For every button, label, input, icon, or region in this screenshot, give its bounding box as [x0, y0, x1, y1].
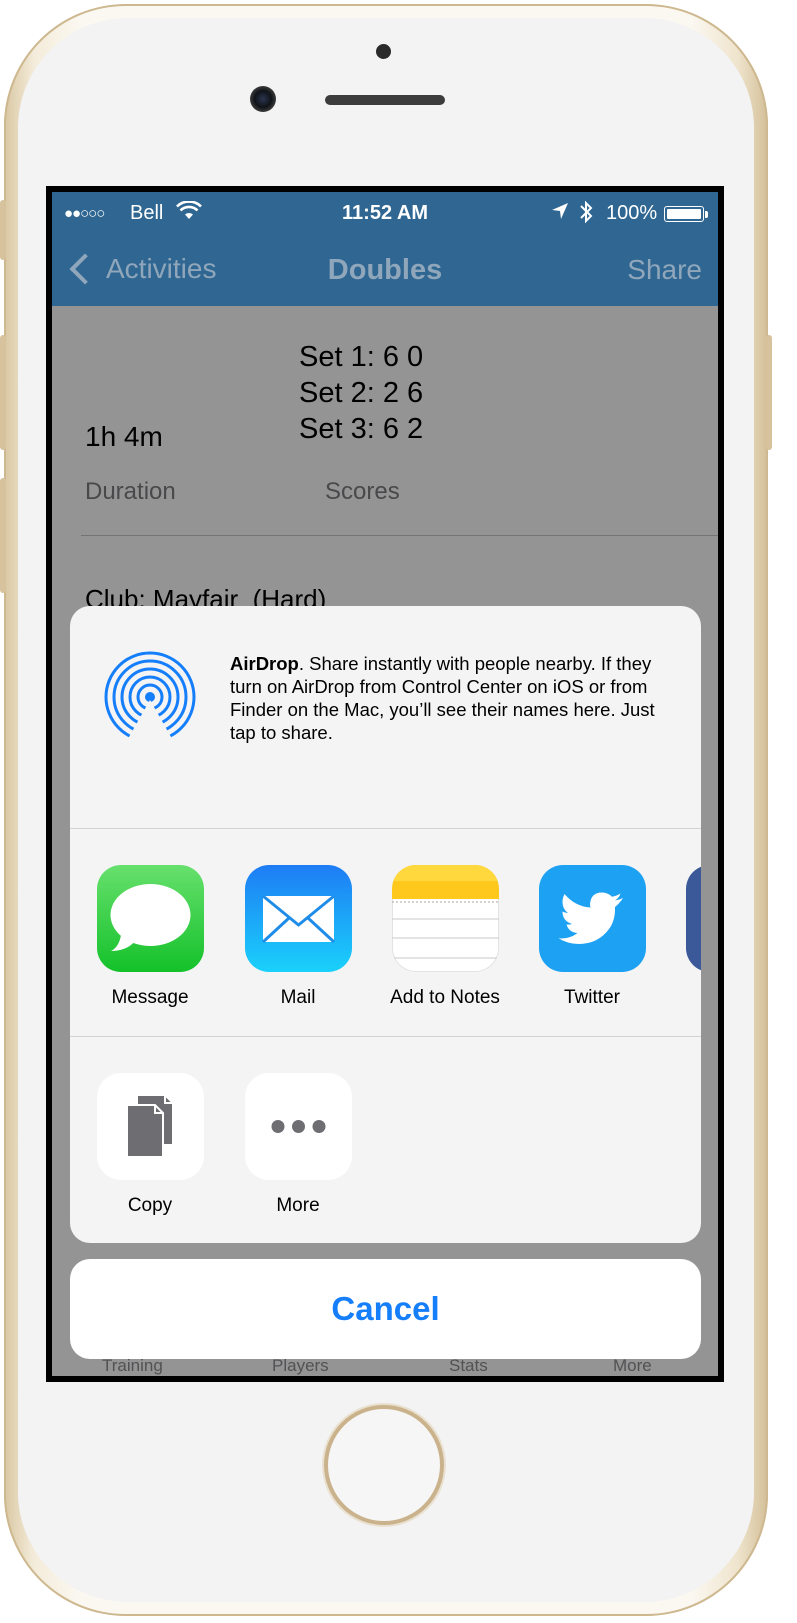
more-icon [244, 1073, 352, 1180]
front-camera [250, 86, 276, 112]
navigation-bar: Activities Doubles Share [52, 232, 718, 306]
message-icon [96, 865, 204, 972]
share-twitter[interactable]: Twitter [522, 865, 662, 1009]
power-button [766, 335, 772, 450]
airdrop-section: AirDrop. Share instantly with people nea… [70, 606, 701, 828]
volume-down-button [0, 478, 6, 593]
screen-bezel: ●●○○○ Bell 11:52 AM 100% Activities Doub… [46, 186, 724, 1382]
share-apps-row: Message Mail Add to Notes Twitter [70, 829, 701, 1036]
airdrop-title: AirDrop [230, 653, 299, 674]
proximity-sensor [376, 44, 391, 59]
more-action[interactable]: More [228, 1073, 368, 1217]
battery-icon [664, 206, 704, 222]
silent-switch [0, 200, 6, 260]
facebook-icon [685, 865, 701, 972]
battery-percent: 100% [606, 202, 658, 224]
cancel-button[interactable]: Cancel [70, 1259, 701, 1359]
mail-icon [244, 865, 352, 972]
airdrop-icon [103, 650, 197, 744]
share-add-to-notes[interactable]: Add to Notes [375, 865, 515, 1009]
share-facebook[interactable]: F [669, 865, 701, 1009]
copy-action[interactable]: Copy [80, 1073, 220, 1217]
share-actions-row: Copy More [70, 1037, 701, 1243]
page-title: Doubles [327, 254, 443, 286]
share-mail[interactable]: Mail [228, 865, 368, 1009]
copy-icon [96, 1073, 204, 1180]
more-label: More [276, 1195, 320, 1216]
battery-tip [705, 211, 708, 218]
share-button[interactable]: Share [627, 254, 702, 286]
copy-label: Copy [127, 1195, 173, 1216]
display: ●●○○○ Bell 11:52 AM 100% Activities Doub… [52, 192, 718, 1376]
volume-up-button [0, 335, 6, 450]
status-bar: ●●○○○ Bell 11:52 AM 100% [52, 192, 718, 232]
twitter-icon [538, 865, 646, 972]
share-app-label: F [669, 987, 701, 1009]
earpiece-speaker [325, 95, 445, 105]
home-button[interactable] [324, 1405, 444, 1525]
share-app-label: Twitter [564, 987, 620, 1008]
share-message[interactable]: Message [80, 865, 220, 1009]
airdrop-description: AirDrop. Share instantly with people nea… [230, 652, 680, 744]
bluetooth-icon [578, 200, 594, 230]
share-app-label: Mail [280, 987, 316, 1008]
share-app-label: Add to Notes [390, 987, 500, 1008]
notes-icon [391, 865, 499, 972]
share-app-label: Message [111, 987, 189, 1008]
share-sheet: AirDrop. Share instantly with people nea… [70, 606, 701, 1243]
location-arrow-icon [550, 201, 570, 227]
